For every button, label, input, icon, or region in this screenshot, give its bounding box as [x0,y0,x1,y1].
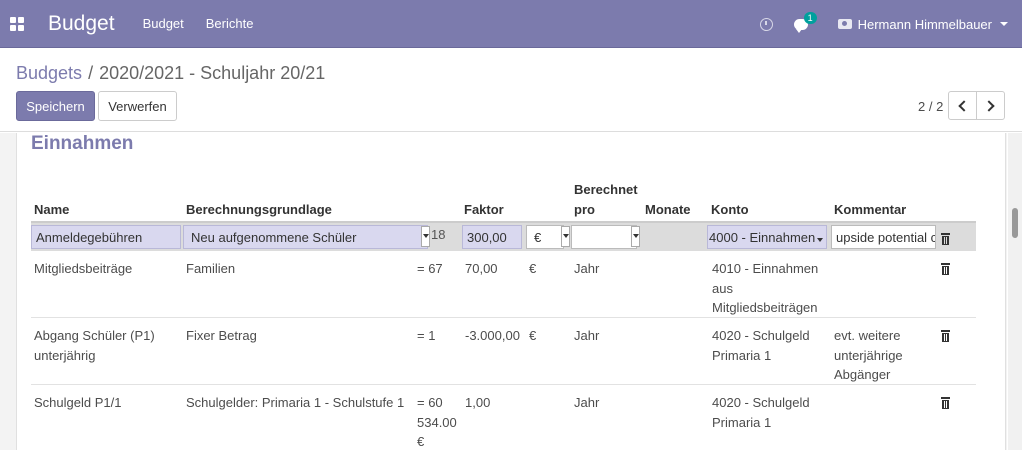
top-navbar: Budget Budget Berichte 1 Hermann Himmelb… [0,0,1022,48]
trash-icon[interactable] [941,233,950,245]
row-count: = 60 534.00 € [417,395,457,449]
count-value: 18 [431,227,446,242]
pager-value[interactable]: 2 / 2 [918,99,943,114]
factor-input[interactable]: 300,00 [462,225,522,249]
chevron-left-icon [958,99,970,112]
chat-badge: 1 [803,11,817,24]
chevron-right-icon [983,99,995,112]
table-row[interactable]: Schulgeld P1/1 Schulgelder: Primaria 1 -… [31,385,976,450]
table-row[interactable]: Abgang Schüler (P1) unterjährig Fixer Be… [31,318,976,385]
row-currency: € [529,261,537,276]
table-row-editing[interactable]: Anmeldegebühren Neu aufgenommene Schüler… [31,223,976,251]
column-header-per-line1[interactable]: Berechnet [574,180,638,199]
scrollbar-thumb[interactable] [1012,208,1018,238]
control-panel: Budgets /2020/2021 - Schuljahr 20/21 Spei… [0,48,1022,132]
column-header-name[interactable]: Name [34,200,69,219]
column-header-per-line2[interactable]: pro [574,200,595,219]
per-select-arrow-icon[interactable] [631,226,640,247]
account-select[interactable]: 4000 - Einnahmen [707,225,827,249]
name-input[interactable]: Anmeldegebühren [31,225,181,249]
messaging-button[interactable]: 1 [793,11,817,33]
basis-select-arrow-icon[interactable] [421,226,430,247]
app-title[interactable]: Budget [48,12,115,36]
row-basis: Familien [186,261,236,276]
row-name: Abgang Schüler (P1) unterjährig [34,328,155,363]
form-content: Einnahmen Name Berechnungsgrundlage Fakt… [0,133,1007,450]
currency-select-arrow-icon[interactable] [561,226,570,247]
menu-item-budget[interactable]: Budget [143,16,184,31]
column-header-comment[interactable]: Kommentar [834,200,906,219]
row-per: Jahr [574,328,600,343]
row-name: Mitgliedsbeiträge [34,261,133,276]
section-title: Einnahmen [31,133,134,154]
basis-select[interactable]: Neu aufgenommene Schüler [183,225,428,249]
row-per: Jahr [574,395,600,410]
row-account: 4010 - Einnahmen aus Mitgliedsbeiträgen [712,261,819,315]
row-per: Jahr [574,261,600,276]
breadcrumb-separator: / [88,63,94,83]
row-basis: Schulgelder: Primaria 1 - Schulstufe 1 [186,395,405,410]
account-dropdown-icon[interactable] [817,238,823,242]
breadcrumb-budgets-link[interactable]: Budgets [16,63,82,83]
trash-icon[interactable] [941,330,950,342]
row-account: 4020 - Schulgeld Primaria 1 [712,328,810,363]
row-count: = 1 [417,328,436,343]
column-header-account[interactable]: Konto [711,200,749,219]
form-sheet: Einnahmen Name Berechnungsgrundlage Fakt… [16,133,1006,450]
pager-previous-button[interactable] [948,91,977,120]
activity-clock-icon[interactable] [759,17,773,31]
comment-input[interactable]: upside potential c [831,225,936,249]
column-header-factor[interactable]: Faktor [464,200,504,219]
row-comment: evt. weitere unterjährige Abgänger [834,328,903,382]
row-factor: 1,00 [465,395,491,410]
vertical-scrollbar[interactable] [1008,133,1022,450]
row-name: Schulgeld P1/1 [34,395,122,410]
discard-button[interactable]: Verwerfen [98,91,177,121]
trash-icon[interactable] [941,397,950,409]
per-select[interactable] [571,225,637,249]
user-menu[interactable]: Hermann Himmelbauer [858,17,992,32]
breadcrumb: Budgets /2020/2021 - Schuljahr 20/21 [16,63,325,84]
breadcrumb-current: 2020/2021 - Schuljahr 20/21 [99,63,326,83]
pager-next-button[interactable] [976,91,1005,120]
row-count: = 67 [417,261,443,276]
table-row[interactable]: Mitgliedsbeiträge Familien = 67 70,00 € … [31,251,976,318]
apps-menu-icon[interactable] [10,16,24,31]
save-button[interactable]: Speichern [16,91,95,121]
trash-icon[interactable] [941,263,950,275]
column-header-basis[interactable]: Berechnungsgrundlage [186,200,332,219]
currency-select[interactable]: € [526,225,564,249]
row-basis: Fixer Betrag [186,328,257,343]
row-factor: 70,00 [465,261,498,276]
column-header-months[interactable]: Monate [645,200,691,219]
row-factor: -3.000,00 [465,328,520,343]
camera-icon [837,19,852,29]
menu-item-berichte[interactable]: Berichte [206,16,254,31]
row-account: 4020 - Schulgeld Primaria 1 [712,395,810,430]
row-currency: € [529,328,537,343]
caret-down-icon[interactable] [1000,22,1008,26]
